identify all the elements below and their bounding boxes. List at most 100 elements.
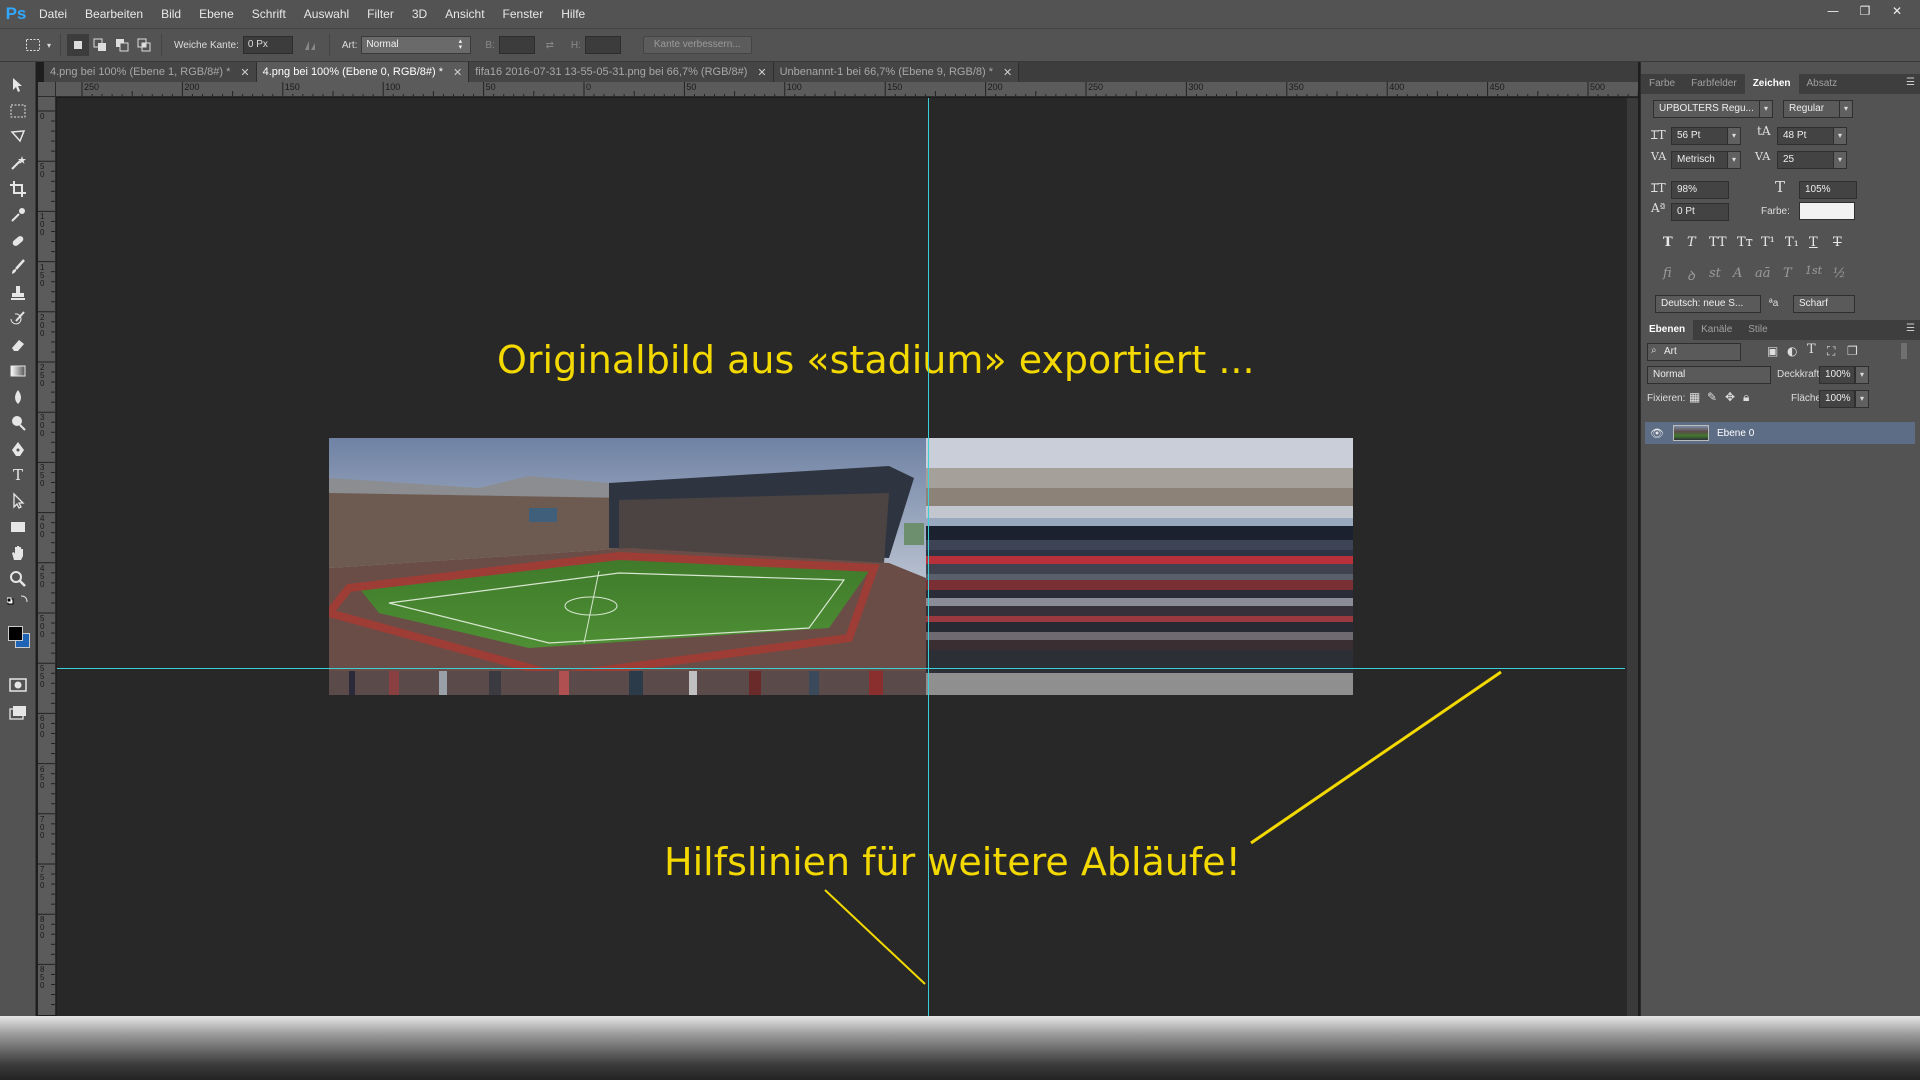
gradient-tool-icon[interactable] xyxy=(6,360,30,382)
tab-stile[interactable]: Stile xyxy=(1740,320,1775,340)
leading-field[interactable]: 48 Pt xyxy=(1777,127,1835,145)
new-selection-icon[interactable] xyxy=(67,34,89,56)
ordinals-icon[interactable]: 1st xyxy=(1805,264,1822,277)
layer-name[interactable]: Ebene 0 xyxy=(1717,428,1754,439)
ruler-origin[interactable] xyxy=(38,82,56,97)
fill-field[interactable]: 100% xyxy=(1819,390,1855,408)
hand-tool-icon[interactable] xyxy=(6,542,30,564)
marquee-tool-preset-icon[interactable] xyxy=(22,34,44,56)
restore-button[interactable]: ❐ xyxy=(1850,2,1880,20)
menu-ansicht[interactable]: Ansicht xyxy=(436,0,493,28)
close-icon[interactable]: ✕ xyxy=(1003,66,1012,79)
opacity-field[interactable]: 100% xyxy=(1819,366,1855,384)
canvas-scrollbar[interactable] xyxy=(1627,98,1638,1016)
document-canvas[interactable]: Originalbild aus «stadium» exportiert ..… xyxy=(57,98,1638,1016)
filter-smart-object-icon[interactable]: ❐ xyxy=(1847,344,1858,358)
tab-absatz[interactable]: Absatz xyxy=(1799,74,1846,94)
brush-tool-icon[interactable] xyxy=(6,256,30,278)
chevron-down-icon[interactable]: ▾ xyxy=(1759,100,1773,118)
close-icon[interactable]: ✕ xyxy=(757,66,766,79)
height-input[interactable] xyxy=(584,36,621,54)
tab-document-4[interactable]: Unbenannt-1 bei 66,7% (Ebene 9, RGB/8) *… xyxy=(773,62,1020,82)
ornaments-icon[interactable]: T xyxy=(1783,266,1792,281)
horizontal-ruler[interactable]: 250 200 150 100 50 0 50 100 150 200 250 300 350 400 45… xyxy=(56,82,1638,97)
eyedropper-icon[interactable] xyxy=(6,204,30,226)
vertical-ruler[interactable]: 0 50 100 150 200 250 300 350 400 450 500 550 600 650 7… xyxy=(38,97,56,1015)
menu-fenster[interactable]: Fenster xyxy=(494,0,553,28)
tab-document-1[interactable]: 4.png bei 100% (Ebene 1, RGB/8#) * ✕ xyxy=(44,62,257,82)
zoom-tool-icon[interactable] xyxy=(6,568,30,590)
faux-italic-icon[interactable]: T xyxy=(1687,235,1696,250)
pen-tool-icon[interactable] xyxy=(6,438,30,460)
tab-document-3[interactable]: fifa16 2016-07-31 13-55-05-31.png bei 66… xyxy=(469,62,774,82)
quick-mask-icon[interactable] xyxy=(6,674,30,696)
menu-datei[interactable]: Datei xyxy=(30,0,76,28)
stylistic-alternates-icon[interactable]: st xyxy=(1709,266,1721,281)
tab-farbe[interactable]: Farbe xyxy=(1641,74,1683,94)
filter-toggle[interactable] xyxy=(1901,343,1907,359)
marquee-tool-icon[interactable] xyxy=(6,100,30,122)
stamp-tool-icon[interactable] xyxy=(6,282,30,304)
ligature-icon[interactable]: ﬁ xyxy=(1663,266,1672,281)
font-family-select[interactable]: UPBOLTERS Regu... xyxy=(1653,100,1763,118)
menu-schrift[interactable]: Schrift xyxy=(243,0,295,28)
menu-ebene[interactable]: Ebene xyxy=(190,0,243,28)
screen-mode-icon[interactable] xyxy=(6,702,30,724)
menu-hilfe[interactable]: Hilfe xyxy=(552,0,594,28)
tracking-field[interactable]: 25 xyxy=(1777,151,1835,169)
font-style-select[interactable]: Regular xyxy=(1783,100,1843,118)
all-caps-icon[interactable]: TT xyxy=(1709,235,1727,250)
eye-icon[interactable]: 👁︎ xyxy=(1645,427,1669,440)
rectangle-tool-icon[interactable] xyxy=(6,516,30,538)
minimize-button[interactable]: — xyxy=(1818,2,1848,20)
old-style-icon[interactable]: ꝺ xyxy=(1687,266,1695,284)
layer-filter-select[interactable]: Art xyxy=(1647,343,1741,361)
superscript-icon[interactable]: T¹ xyxy=(1761,235,1775,250)
panel-menu-icon[interactable]: ☰ xyxy=(1906,77,1915,88)
subtract-from-selection-icon[interactable] xyxy=(111,34,133,56)
history-brush-icon[interactable] xyxy=(6,308,30,330)
contextual-alternates-icon[interactable]: aā xyxy=(1755,266,1771,281)
path-selection-icon[interactable] xyxy=(6,490,30,512)
swap-icon[interactable]: ⇄ xyxy=(539,34,561,56)
tab-ebenen[interactable]: Ebenen xyxy=(1641,320,1694,340)
blend-mode-select[interactable]: Normal xyxy=(1647,366,1771,384)
panel-menu-icon[interactable]: ☰ xyxy=(1906,323,1915,334)
tab-kanaele[interactable]: Kanäle xyxy=(1693,320,1740,340)
text-color-swatch[interactable] xyxy=(1799,202,1855,220)
small-caps-icon[interactable]: Tт xyxy=(1737,235,1753,250)
chevron-down-icon[interactable]: ▾ xyxy=(1855,390,1869,408)
layer-row[interactable]: 👁︎ Ebene 0 xyxy=(1645,422,1915,444)
chevron-down-icon[interactable]: ▾ xyxy=(1833,127,1847,145)
filter-image-icon[interactable]: ▣ xyxy=(1767,344,1778,358)
filter-type-icon[interactable]: T xyxy=(1807,342,1816,357)
vertical-scale-field[interactable]: 98% xyxy=(1671,181,1729,199)
default-colors-icon[interactable] xyxy=(6,592,30,608)
close-icon[interactable]: ✕ xyxy=(453,66,462,79)
magic-wand-icon[interactable] xyxy=(6,152,30,174)
subscript-icon[interactable]: T₁ xyxy=(1785,235,1799,250)
font-size-field[interactable]: 56 Pt xyxy=(1671,127,1729,145)
crop-tool-icon[interactable] xyxy=(6,178,30,200)
eraser-tool-icon[interactable] xyxy=(6,334,30,356)
chevron-down-icon[interactable]: ▾ xyxy=(1727,151,1741,169)
tab-document-2[interactable]: 4.png bei 100% (Ebene 0, RGB/8#) * ✕ xyxy=(256,62,470,82)
refine-edge-button[interactable]: Kante verbessern... xyxy=(642,36,752,54)
underline-icon[interactable]: T xyxy=(1809,235,1818,250)
foreground-color-swatch[interactable] xyxy=(8,626,23,641)
filter-adjustment-icon[interactable]: ◐ xyxy=(1787,344,1797,358)
chevron-down-icon[interactable]: ▾ xyxy=(1855,366,1869,384)
strikethrough-icon[interactable]: T xyxy=(1833,235,1842,250)
lock-pixels-icon[interactable]: ✎ xyxy=(1707,390,1717,404)
lock-transparent-icon[interactable]: ▦ xyxy=(1689,390,1700,404)
chevron-down-icon[interactable]: ▾ xyxy=(1839,100,1853,118)
lock-position-icon[interactable]: ✥ xyxy=(1725,390,1735,404)
type-tool-icon[interactable]: T xyxy=(6,464,30,486)
menu-filter[interactable]: Filter xyxy=(358,0,403,28)
anti-alias-select[interactable]: Scharf xyxy=(1793,295,1855,313)
baseline-shift-field[interactable]: 0 Pt xyxy=(1671,203,1729,221)
healing-brush-icon[interactable] xyxy=(6,230,30,252)
add-to-selection-icon[interactable] xyxy=(89,34,111,56)
feather-input[interactable]: 0 Px xyxy=(242,36,293,54)
menu-auswahl[interactable]: Auswahl xyxy=(295,0,358,28)
